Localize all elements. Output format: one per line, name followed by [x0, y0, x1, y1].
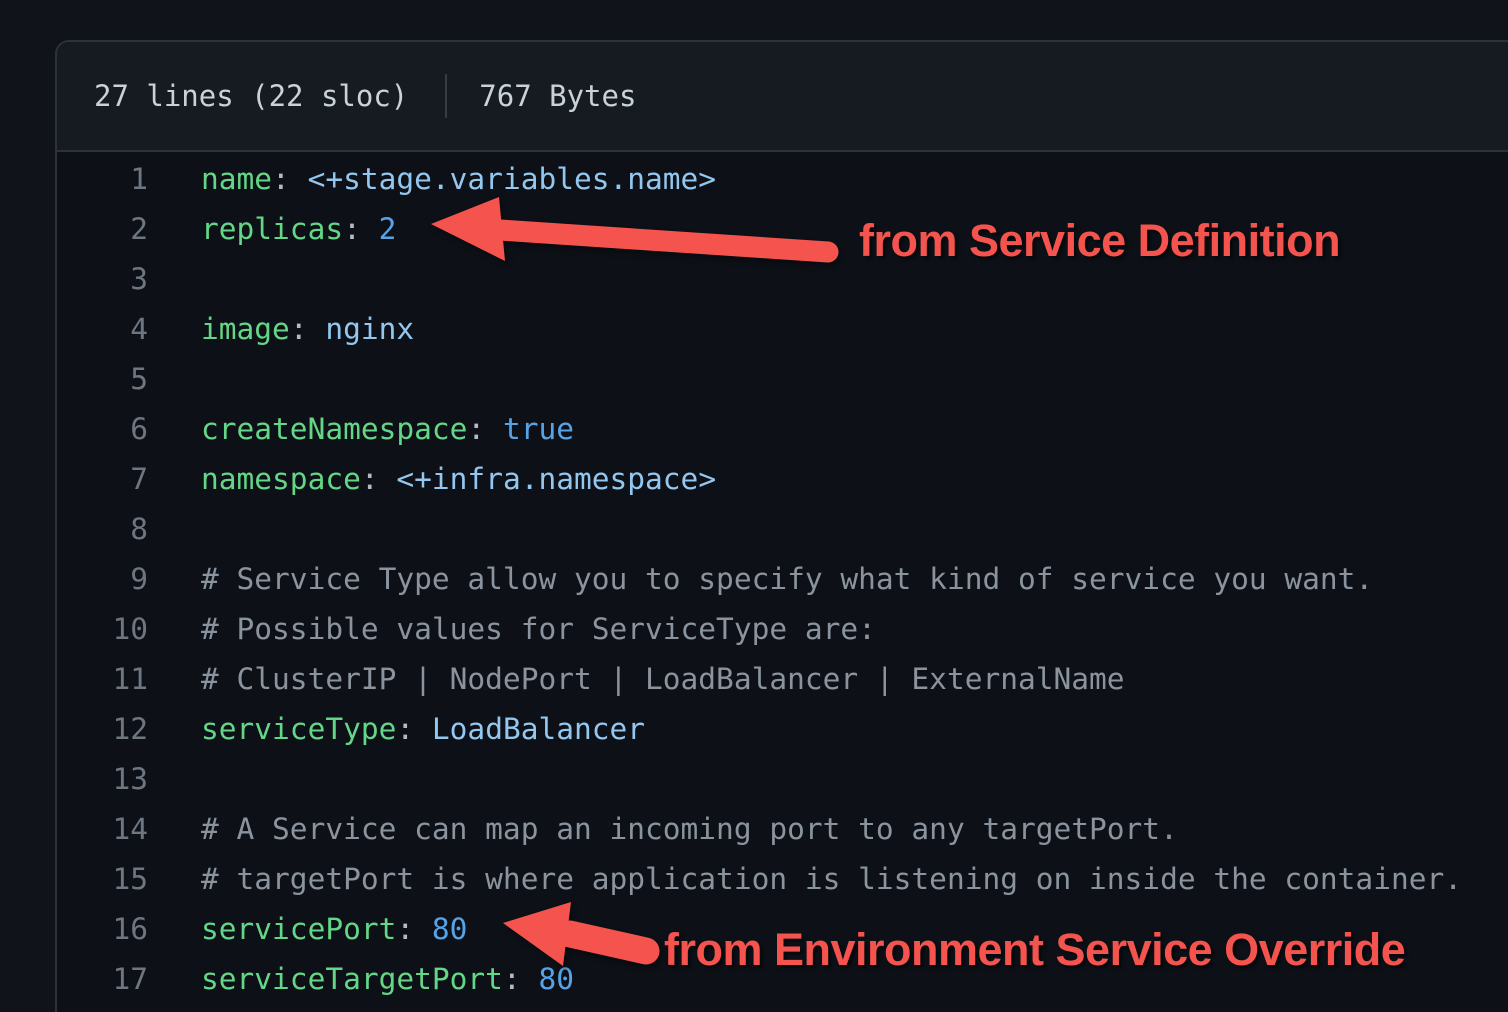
token-key: serviceTargetPort — [201, 962, 503, 996]
token-str: <+stage.variables.name> — [308, 162, 717, 196]
line-number[interactable]: 2 — [57, 204, 148, 254]
token-num: 80 — [538, 962, 574, 996]
code-content: serviceTargetPort: 80 — [148, 954, 574, 1004]
token-punc: : — [396, 912, 432, 946]
token-num: 2 — [379, 212, 397, 246]
code-line: 6createNamespace: true — [57, 404, 1508, 454]
line-number[interactable]: 13 — [57, 754, 148, 804]
code-content: # A Service can map an incoming port to … — [148, 804, 1178, 854]
token-punc: : — [361, 462, 397, 496]
code-line: 9 # Service Type allow you to specify wha… — [57, 554, 1508, 604]
file-viewer: 27 lines (22 sloc) 767 Bytes 1name: <+st… — [55, 40, 1508, 1012]
code-line: 8 — [57, 504, 1508, 554]
line-number[interactable]: 9 — [57, 554, 148, 604]
token-punc: : — [503, 962, 539, 996]
token-punc: : — [343, 212, 379, 246]
token-num: 80 — [432, 912, 468, 946]
code-content: serviceType: LoadBalancer — [148, 704, 645, 754]
line-number[interactable]: 7 — [57, 454, 148, 504]
code-content: replicas: 2 — [148, 204, 396, 254]
code-line: 1name: <+stage.variables.name> — [57, 154, 1508, 204]
line-number[interactable]: 8 — [57, 504, 148, 554]
token-str: nginx — [325, 312, 414, 346]
code-content: createNamespace: true — [148, 404, 574, 454]
code-line: 14 # A Service can map an incoming port t… — [57, 804, 1508, 854]
line-number[interactable]: 12 — [57, 704, 148, 754]
header-divider — [445, 74, 447, 118]
token-comment: # targetPort is where application is lis… — [201, 862, 1462, 896]
code-content: image: nginx — [148, 304, 414, 354]
code-lines: 1name: <+stage.variables.name>2replicas:… — [57, 154, 1508, 1004]
code-content: # Possible values for ServiceType are: — [148, 604, 876, 654]
file-lines-info: 27 lines (22 sloc) — [94, 79, 408, 113]
file-size-info: 767 Bytes — [479, 79, 636, 113]
code-line: 12serviceType: LoadBalancer — [57, 704, 1508, 754]
code-content — [148, 254, 201, 304]
code-line: 5 — [57, 354, 1508, 404]
token-comment: # ClusterIP | NodePort | LoadBalancer | … — [201, 662, 1125, 696]
token-punc: : — [272, 162, 308, 196]
token-key: serviceType — [201, 712, 396, 746]
line-number[interactable]: 1 — [57, 154, 148, 204]
token-punc: : — [396, 712, 432, 746]
code-area: 1name: <+stage.variables.name>2replicas:… — [57, 152, 1508, 1004]
code-content — [148, 354, 201, 404]
token-str: <+infra.namespace> — [396, 462, 716, 496]
line-number[interactable]: 4 — [57, 304, 148, 354]
code-line: 13 — [57, 754, 1508, 804]
line-number[interactable]: 6 — [57, 404, 148, 454]
code-content — [148, 754, 201, 804]
code-content: # ClusterIP | NodePort | LoadBalancer | … — [148, 654, 1125, 704]
token-str: LoadBalancer — [432, 712, 645, 746]
token-key: namespace — [201, 462, 361, 496]
token-comment: # Possible values for ServiceType are: — [201, 612, 876, 646]
code-content: # Service Type allow you to specify what… — [148, 554, 1373, 604]
annotation-label-environment-override: from Environment Service Override — [664, 925, 1405, 975]
line-number[interactable]: 10 — [57, 604, 148, 654]
annotation-label-service-definition: from Service Definition — [859, 216, 1340, 266]
token-comment: # Service Type allow you to specify what… — [201, 562, 1373, 596]
file-header: 27 lines (22 sloc) 767 Bytes — [57, 42, 1508, 152]
line-number[interactable]: 16 — [57, 904, 148, 954]
code-content: # targetPort is where application is lis… — [148, 854, 1462, 904]
line-number[interactable]: 11 — [57, 654, 148, 704]
code-content: namespace: <+infra.namespace> — [148, 454, 716, 504]
code-line: 15 # targetPort is where application is l… — [57, 854, 1508, 904]
token-punc: : — [467, 412, 503, 446]
line-number[interactable]: 3 — [57, 254, 148, 304]
page-background: 27 lines (22 sloc) 767 Bytes 1name: <+st… — [0, 0, 1508, 1012]
line-number[interactable]: 17 — [57, 954, 148, 1004]
line-number[interactable]: 14 — [57, 804, 148, 854]
code-line: 10 # Possible values for ServiceType are: — [57, 604, 1508, 654]
token-key: name — [201, 162, 272, 196]
token-comment: # A Service can map an incoming port to … — [201, 812, 1178, 846]
token-key: createNamespace — [201, 412, 467, 446]
token-punc: : — [290, 312, 326, 346]
token-key: replicas — [201, 212, 343, 246]
line-number[interactable]: 15 — [57, 854, 148, 904]
code-content: servicePort: 80 — [148, 904, 467, 954]
line-number[interactable]: 5 — [57, 354, 148, 404]
token-key: servicePort — [201, 912, 396, 946]
code-content — [148, 504, 201, 554]
code-line: 4image: nginx — [57, 304, 1508, 354]
token-key: image — [201, 312, 290, 346]
code-content: name: <+stage.variables.name> — [148, 154, 716, 204]
token-num: true — [503, 412, 574, 446]
code-line: 7namespace: <+infra.namespace> — [57, 454, 1508, 504]
code-line: 11 # ClusterIP | NodePort | LoadBalancer … — [57, 654, 1508, 704]
